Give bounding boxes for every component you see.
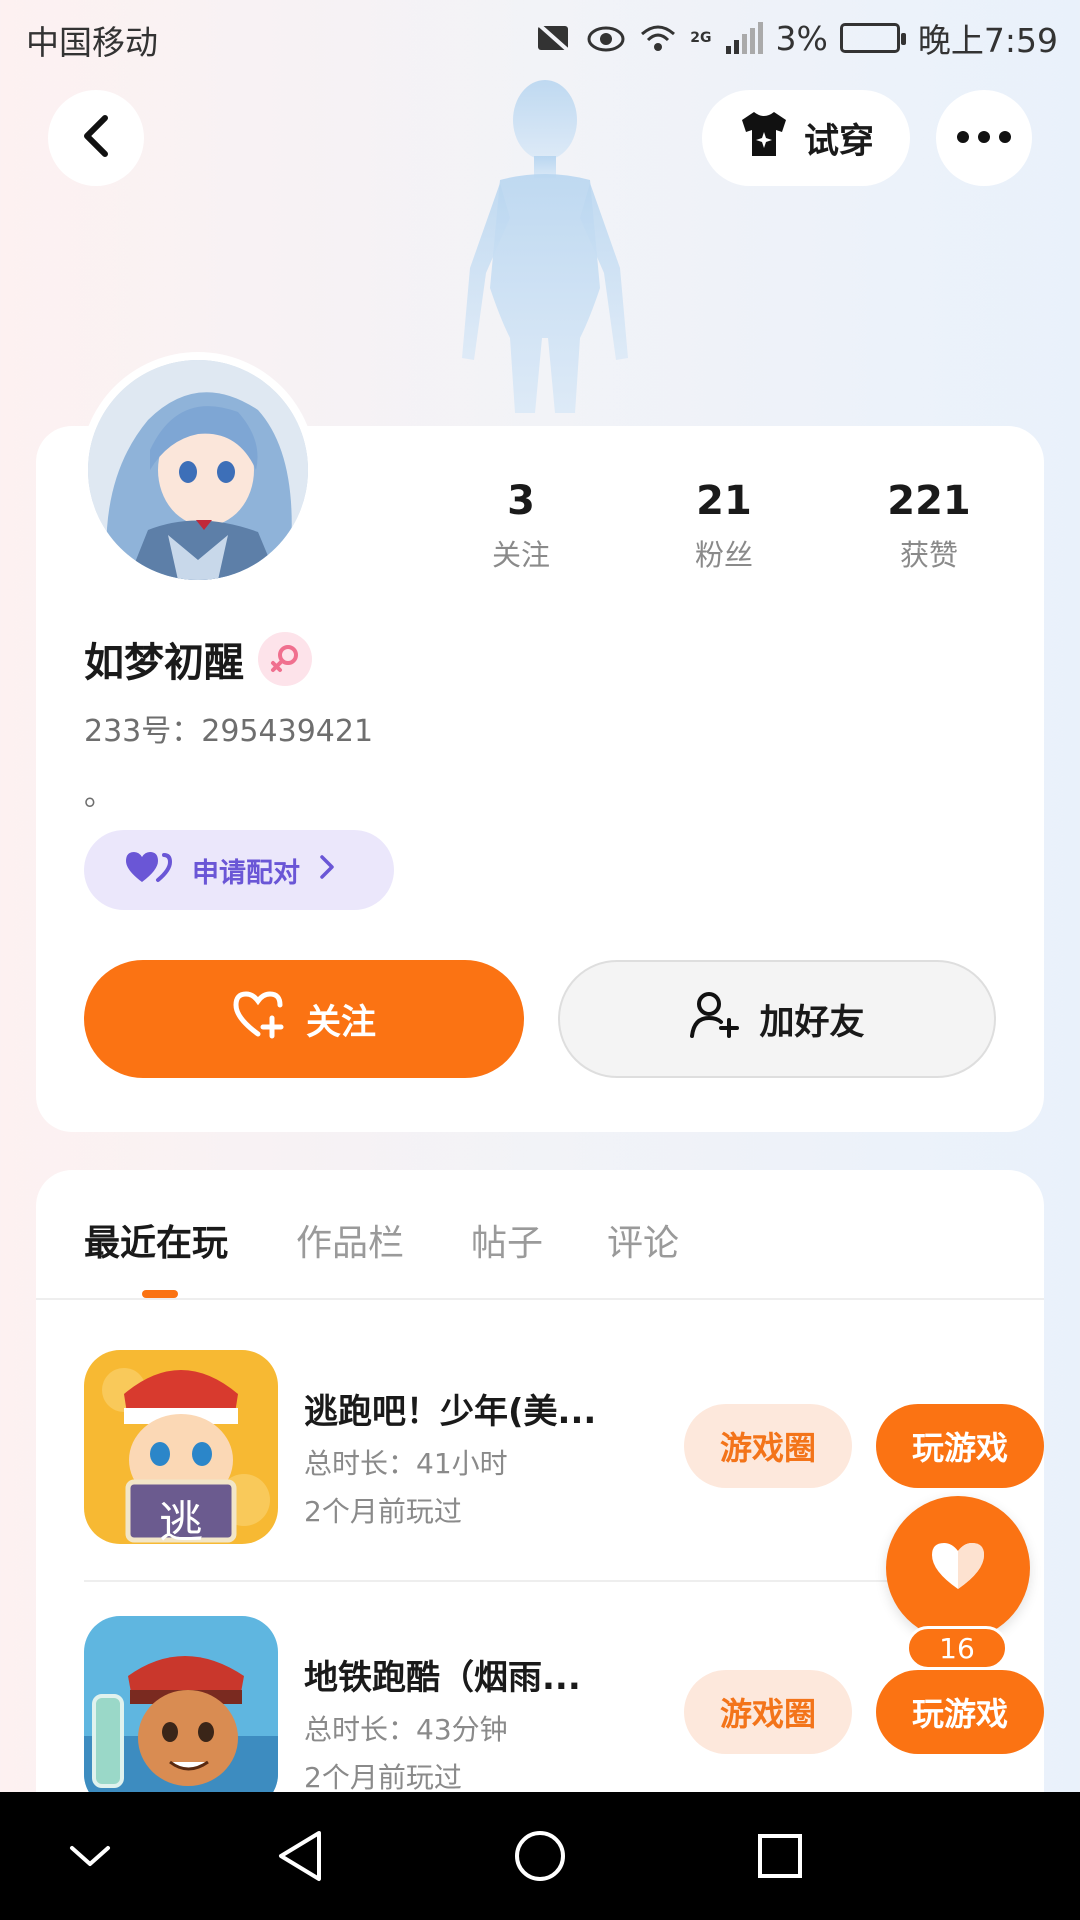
username: 如梦初醒 — [84, 640, 244, 686]
battery-icon — [839, 23, 906, 53]
game-duration: 总时长：41小时 — [304, 1447, 508, 1480]
list-item[interactable]: 逃 逃跑吧！少年(美... 总时长：41小时 2个月前玩过 游戏圈 玩游戏 — [84, 1350, 1044, 1610]
female-icon — [258, 632, 312, 686]
follow-button[interactable]: 关注 — [84, 960, 524, 1078]
username-row: 如梦初醒 — [84, 630, 312, 688]
tab-works[interactable]: 作品栏 — [296, 1214, 404, 1266]
add-friend-label: 加好友 — [759, 1002, 865, 1043]
add-user-icon — [689, 990, 741, 1049]
try-on-button[interactable]: 试穿 — [702, 90, 910, 186]
game-last-played: 2个月前玩过 — [304, 1761, 462, 1794]
back-button[interactable] — [48, 90, 144, 186]
avatar-hologram — [440, 68, 650, 428]
game-title: 地铁跑酷（烟雨... — [304, 1658, 581, 1698]
eye-icon — [586, 20, 626, 56]
more-options-button[interactable] — [936, 90, 1032, 186]
like-count-badge: 16 — [906, 1626, 1008, 1670]
try-on-label: 试穿 — [803, 121, 874, 162]
heart-plus-icon — [232, 990, 288, 1049]
tab-recent-play[interactable]: 最近在玩 — [84, 1214, 228, 1266]
tab-indicator — [142, 1290, 178, 1298]
game-icon-text: 逃 — [159, 1497, 203, 1544]
more-dots-icon — [956, 129, 1012, 148]
likes-label: 获赞 — [899, 538, 958, 572]
game-last-played: 2个月前玩过 — [304, 1495, 462, 1528]
following-count: 3 — [507, 478, 535, 524]
tshirt-icon — [738, 110, 790, 167]
likes-count: 221 — [887, 478, 971, 524]
apply-pair-label: 申请配对 — [192, 857, 300, 889]
heart-icon — [928, 1539, 988, 1597]
follow-label: 关注 — [305, 1002, 376, 1043]
nav-home-icon[interactable] — [508, 1824, 572, 1888]
stat-fans[interactable]: 21 粉丝 — [644, 476, 804, 574]
add-friend-button[interactable]: 加好友 — [558, 960, 996, 1078]
wifi-icon — [638, 20, 678, 56]
tab-bar: 最近在玩 作品栏 帖子 评论 — [36, 1170, 1044, 1300]
fans-count: 21 — [696, 478, 752, 524]
tab-posts[interactable]: 帖子 — [471, 1214, 543, 1266]
network-type: 2G — [690, 30, 712, 46]
fans-label: 粉丝 — [694, 538, 753, 572]
stat-likes[interactable]: 221 获赞 — [849, 476, 1009, 574]
nav-back-icon[interactable] — [268, 1824, 332, 1888]
clock: 晚上7:59 — [917, 21, 1058, 60]
double-heart-icon — [124, 850, 174, 891]
carrier-name: 中国移动 — [26, 23, 158, 62]
status-icons: 2G 3% 晚上7:59 — [534, 14, 1058, 62]
game-circle-button[interactable]: 游戏圈 — [684, 1670, 852, 1754]
stat-following[interactable]: 3 关注 — [441, 476, 601, 574]
no-sim-icon — [534, 20, 574, 56]
following-label: 关注 — [491, 538, 550, 572]
game-icon[interactable] — [84, 1616, 278, 1810]
battery-percent: 3% — [775, 18, 828, 58]
play-game-button[interactable]: 玩游戏 — [876, 1670, 1044, 1754]
signal-icon — [724, 20, 764, 56]
divider — [84, 1580, 1024, 1582]
play-game-button[interactable]: 玩游戏 — [876, 1404, 1044, 1488]
game-duration: 总时长：43分钟 — [304, 1713, 508, 1746]
avatar-image — [88, 360, 308, 580]
nav-hide-icon[interactable] — [58, 1824, 122, 1888]
like-button[interactable] — [886, 1496, 1030, 1640]
game-title: 逃跑吧！少年(美... — [304, 1392, 597, 1432]
bio: 。 — [84, 778, 114, 813]
tab-comments[interactable]: 评论 — [607, 1214, 679, 1266]
system-nav-bar — [0, 1792, 1080, 1920]
nav-recents-icon[interactable] — [748, 1824, 812, 1888]
avatar[interactable] — [80, 352, 316, 588]
user-id: 233号：295439421 — [84, 714, 374, 749]
game-circle-button[interactable]: 游戏圈 — [684, 1404, 852, 1488]
back-arrow-icon — [79, 114, 113, 162]
apply-pair-button[interactable]: 申请配对 — [84, 830, 394, 910]
chevron-right-icon — [318, 853, 336, 888]
game-icon[interactable]: 逃 — [84, 1350, 278, 1544]
status-bar: 中国移动 2G 3% 晚上7:59 — [0, 0, 1080, 74]
